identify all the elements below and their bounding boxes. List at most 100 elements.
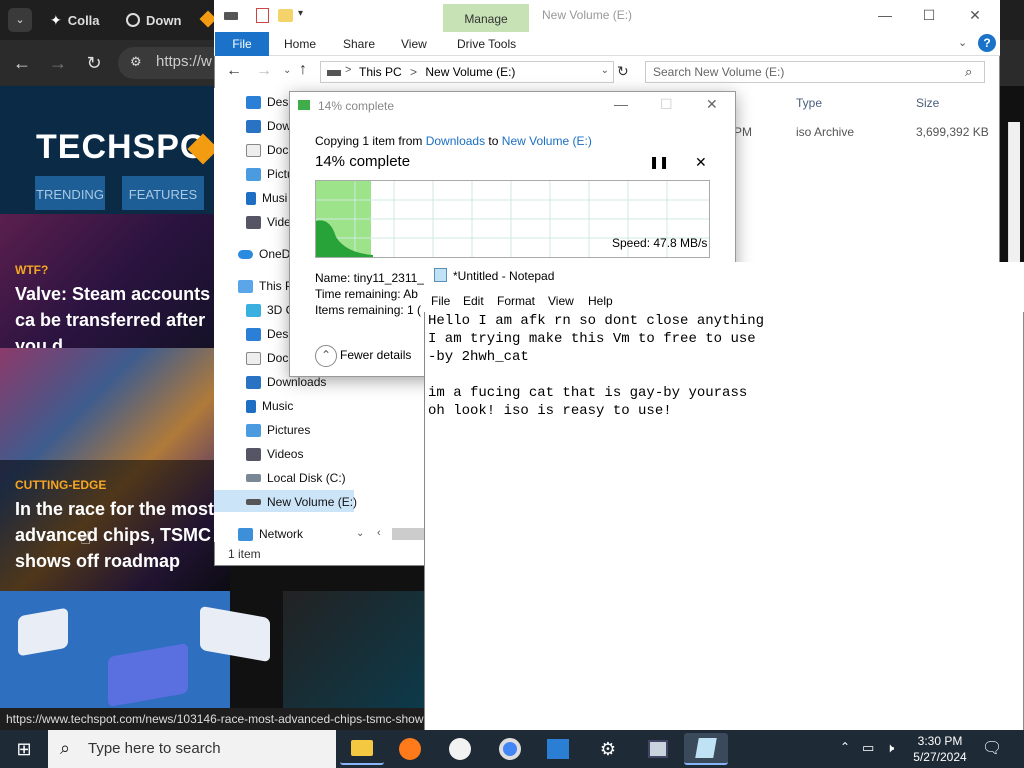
cancel-copy-icon[interactable]: ✕: [695, 154, 707, 171]
back-arrow-icon[interactable]: ←: [10, 52, 34, 76]
notepad-taskbar-icon[interactable]: [684, 733, 728, 765]
article-headline[interactable]: In the race for the most advanced chips,…: [15, 496, 230, 574]
taskbar-clock[interactable]: 3:30 PM 5/27/2024: [912, 733, 968, 765]
nav-item-documents[interactable]: Docu: [246, 139, 295, 161]
search-input[interactable]: Search New Volume (E:): [645, 61, 985, 83]
horizontal-scrollbar[interactable]: [392, 528, 424, 540]
nav-item-desktop-2[interactable]: Desk: [246, 323, 294, 345]
show-hidden-icons-icon[interactable]: ⌃: [840, 740, 850, 754]
menu-edit[interactable]: Edit: [463, 294, 484, 308]
browser-tab-2[interactable]: Down: [126, 6, 181, 34]
techspot-logo[interactable]: TECHSPO: [36, 128, 207, 167]
search-icon[interactable]: ⌕: [965, 64, 972, 80]
new-folder-icon[interactable]: [278, 9, 293, 22]
nav-item-pictures[interactable]: Pictu: [246, 163, 294, 185]
taskbar-search-input[interactable]: Type here to search: [48, 730, 336, 768]
nav-item-new-volume[interactable]: New Volume (E:): [246, 491, 357, 513]
column-type[interactable]: Type: [796, 96, 822, 110]
minimize-icon[interactable]: —: [862, 4, 908, 28]
file-date: PM: [734, 125, 752, 139]
address-dropdown-icon[interactable]: ⌄: [601, 65, 609, 76]
file-row[interactable]: PM iso Archive 3,699,392 KB: [730, 122, 994, 142]
scrollbar[interactable]: [1008, 122, 1020, 262]
site-settings-icon[interactable]: ⚙: [130, 54, 142, 70]
recent-dropdown-icon[interactable]: ⌄: [283, 65, 291, 76]
chrome-icon[interactable]: [488, 733, 532, 765]
forward-arrow-icon[interactable]: →: [256, 62, 272, 80]
nav-item-music-2[interactable]: Music: [246, 395, 293, 417]
manage-tab[interactable]: Manage: [443, 4, 529, 32]
notepad-text-area[interactable]: Hello I am afk rn so dont close anything…: [428, 312, 1018, 722]
copying-to: to: [485, 134, 502, 148]
menu-file[interactable]: File: [431, 294, 450, 308]
file-explorer-taskbar-icon[interactable]: [340, 733, 384, 765]
menu-help[interactable]: Help: [588, 294, 613, 308]
help-icon[interactable]: ?: [978, 34, 996, 52]
maximize-icon[interactable]: ☐: [660, 96, 673, 113]
scroll-left-icon[interactable]: ‹: [377, 527, 381, 539]
nav-item-local-disk[interactable]: Local Disk (C:): [246, 467, 346, 489]
nav-item-3d-objects[interactable]: 3D C: [246, 299, 294, 321]
properties-icon[interactable]: [256, 8, 269, 23]
remote-desktop-icon[interactable]: [636, 733, 680, 765]
breadcrumb-this-pc[interactable]: This PC: [359, 65, 402, 79]
dest-link[interactable]: New Volume (E:): [502, 134, 592, 148]
fewer-details-button[interactable]: Fewer details: [340, 348, 411, 362]
windows-start-icon[interactable]: ⊞: [0, 730, 48, 768]
article-kicker[interactable]: CUTTING-EDGE: [15, 478, 106, 492]
reload-icon[interactable]: ↻: [82, 52, 106, 76]
article-image-amd[interactable]: [283, 591, 425, 708]
nav-item-this-pc[interactable]: This P: [238, 275, 293, 297]
browser-tab-1[interactable]: ✦ Colla: [50, 6, 100, 34]
minimize-icon[interactable]: —: [614, 96, 628, 112]
network-status-icon[interactable]: ▭: [862, 740, 874, 756]
photos-app-icon[interactable]: [536, 733, 580, 765]
close-icon[interactable]: ✕: [706, 96, 718, 113]
pictures-icon: [246, 423, 261, 437]
nav-trending[interactable]: TRENDING: [35, 176, 105, 210]
nav-item-music[interactable]: Musi: [246, 187, 287, 209]
qat-dropdown-icon[interactable]: ▾: [298, 8, 303, 19]
tab-list-button[interactable]: ⌄: [8, 8, 32, 32]
volume-muted-icon[interactable]: 🕨: [886, 740, 894, 756]
collapse-details-icon[interactable]: ⌃: [315, 345, 337, 367]
nav-item-videos[interactable]: Vide: [246, 211, 291, 233]
address-bar[interactable]: > This PC > New Volume (E:) ⌄: [320, 61, 614, 83]
nav-item-desktop[interactable]: Desk: [246, 91, 294, 113]
chevron-right-icon[interactable]: >: [410, 65, 417, 79]
column-size[interactable]: Size: [916, 96, 939, 110]
nav-item-documents-2[interactable]: Docu: [246, 347, 295, 369]
forward-arrow-icon[interactable]: →: [46, 52, 70, 76]
ribbon-tab-view[interactable]: View: [401, 37, 427, 51]
settings-gear-icon[interactable]: ⚙: [586, 733, 630, 765]
ribbon-tab-drive-tools[interactable]: Drive Tools: [457, 37, 516, 51]
source-link[interactable]: Downloads: [426, 134, 485, 148]
article-kicker[interactable]: WTF?: [15, 263, 48, 277]
ribbon-tab-file[interactable]: File: [215, 32, 269, 56]
refresh-icon[interactable]: ↻: [617, 63, 629, 80]
talk-app-icon[interactable]: [438, 733, 482, 765]
menu-format[interactable]: Format: [497, 294, 535, 308]
up-arrow-icon[interactable]: ↑: [299, 61, 307, 79]
chevron-right-icon[interactable]: >: [345, 64, 351, 76]
notifications-icon[interactable]: 🗨: [982, 738, 1002, 758]
nav-item-label: Vide: [267, 215, 291, 229]
nav-features[interactable]: FEATURES: [122, 176, 204, 210]
nav-item-videos-2[interactable]: Videos: [246, 443, 303, 465]
nav-item-onedrive[interactable]: OneD: [238, 243, 290, 265]
breadcrumb-new-volume[interactable]: New Volume (E:): [425, 65, 515, 79]
maximize-icon[interactable]: ☐: [906, 4, 952, 28]
pause-icon[interactable]: ❚❚: [649, 155, 669, 169]
nav-item-pictures-2[interactable]: Pictures: [246, 419, 310, 441]
menu-view[interactable]: View: [548, 294, 574, 308]
expand-ribbon-icon[interactable]: ⌄: [958, 36, 967, 49]
back-arrow-icon[interactable]: ←: [226, 62, 242, 80]
firefox-icon[interactable]: [388, 733, 432, 765]
close-icon[interactable]: ✕: [952, 4, 998, 28]
nav-item-network[interactable]: Network: [238, 523, 303, 545]
scroll-down-icon[interactable]: ⌄: [356, 528, 364, 539]
ribbon-tab-share[interactable]: Share: [343, 37, 375, 51]
nav-item-downloads[interactable]: Dow: [246, 115, 291, 137]
browser-address-bar[interactable]: ⚙ https://w: [118, 47, 228, 79]
ribbon-tab-home[interactable]: Home: [284, 37, 316, 51]
